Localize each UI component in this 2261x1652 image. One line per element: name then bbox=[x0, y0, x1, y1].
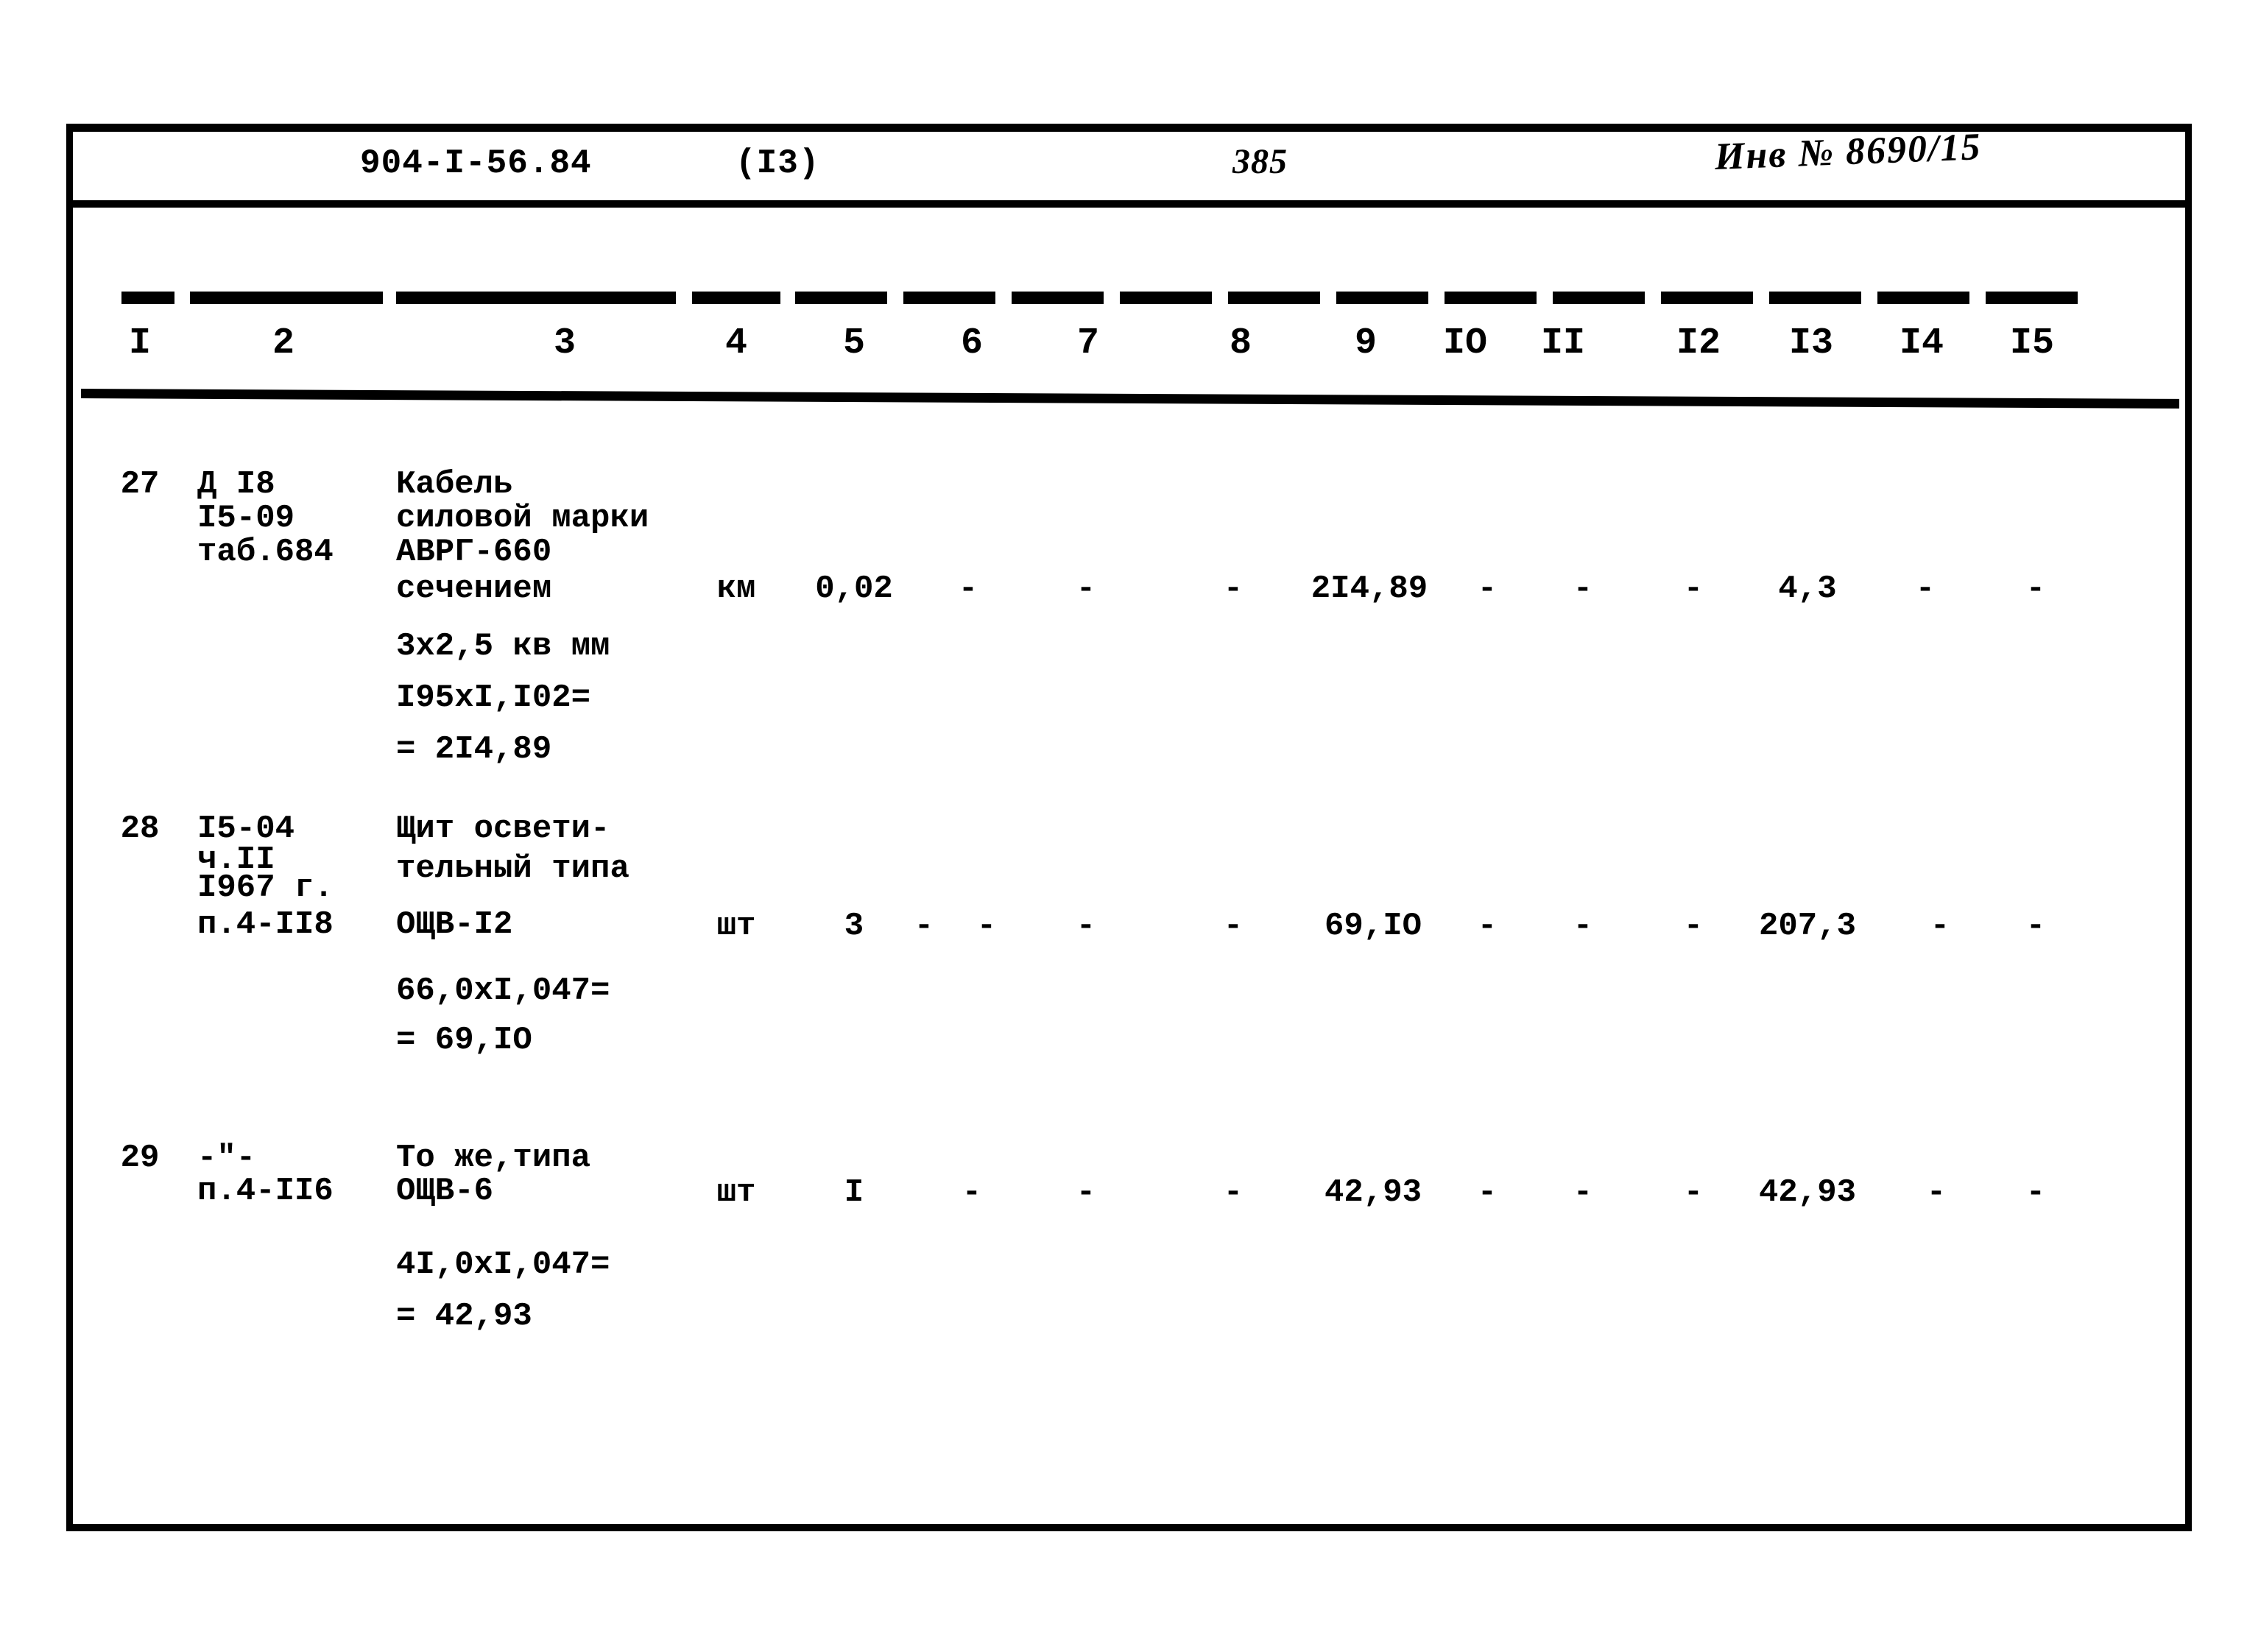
row-28-name-line-3: ОЩВ-I2 bbox=[396, 906, 513, 943]
row-27-col10: - bbox=[1477, 571, 1498, 607]
row-27-unit: км bbox=[716, 571, 756, 607]
row-29-col8: - bbox=[1223, 1174, 1244, 1211]
row-28-name-line-2: тельный типа bbox=[396, 850, 629, 887]
row-29-position-number: 29 bbox=[120, 1140, 160, 1176]
row-27-quantity: 0,02 bbox=[815, 571, 893, 607]
row-29-col7: - bbox=[1076, 1174, 1096, 1211]
row-29-col9: 42,93 bbox=[1324, 1174, 1422, 1211]
row-28-col11: - bbox=[1573, 908, 1593, 945]
row-29-calc-line-2: = 42,93 bbox=[396, 1298, 532, 1335]
row-29-col12: - bbox=[1683, 1174, 1704, 1211]
row-28-col6b: - bbox=[976, 908, 997, 945]
scanned-page: 904-I-56.84 (I3) 385 Инв № 8690/15 I 2 3… bbox=[0, 0, 2261, 1652]
row-28-col9: 69,IO bbox=[1324, 908, 1422, 945]
row-28-calc-line-2: = 69,IO bbox=[396, 1022, 532, 1059]
row-28-col15: - bbox=[2025, 908, 2046, 945]
row-27-col9: 2I4,89 bbox=[1311, 571, 1428, 607]
row-28-name-line-1: Щит освети- bbox=[396, 811, 610, 847]
row-27-reference-line-3: таб.684 bbox=[197, 534, 334, 571]
row-29-quantity: I bbox=[844, 1174, 864, 1211]
row-28-col14: - bbox=[1930, 908, 1950, 945]
table-body: 27 Д I8 I5-09 таб.684 Кабель силовой мар… bbox=[0, 0, 2261, 1652]
row-27-col13: 4,3 bbox=[1778, 571, 1837, 607]
row-28-col13: 207,3 bbox=[1758, 908, 1857, 945]
row-27-calc-line-1: I95xI,I02= bbox=[396, 679, 591, 716]
row-29-name-line-2: ОЩВ-6 bbox=[396, 1173, 494, 1210]
row-27-col14: - bbox=[1915, 571, 1936, 607]
row-27-col6: - bbox=[958, 571, 978, 607]
row-29-unit: шт bbox=[716, 1174, 756, 1211]
row-29-col10: - bbox=[1477, 1174, 1498, 1211]
row-28-col8: - bbox=[1223, 908, 1244, 945]
row-28-col10: - bbox=[1477, 908, 1498, 945]
row-27-name-line-3: АВРГ-660 bbox=[396, 534, 552, 571]
row-27-calc-line-2: = 2I4,89 bbox=[396, 731, 552, 768]
row-29-col15: - bbox=[2025, 1174, 2046, 1211]
row-27-col7: - bbox=[1076, 571, 1096, 607]
row-29-col11: - bbox=[1573, 1174, 1593, 1211]
row-28-unit: шт bbox=[716, 908, 756, 945]
row-28-calc-line-1: 66,0xI,047= bbox=[396, 973, 610, 1009]
row-29-reference-line-2: п.4-II6 bbox=[197, 1173, 334, 1210]
row-29-col6: - bbox=[962, 1174, 982, 1211]
row-27-col15: - bbox=[2025, 571, 2046, 607]
row-29-col13: 42,93 bbox=[1758, 1174, 1857, 1211]
row-28-reference-line-3: I967 г. bbox=[197, 869, 334, 906]
row-27-name-line-4: сечением bbox=[396, 571, 552, 607]
row-27-col11: - bbox=[1573, 571, 1593, 607]
row-28-position-number: 28 bbox=[120, 811, 160, 847]
row-27-position-number: 27 bbox=[120, 466, 160, 503]
row-27-col8: - bbox=[1223, 571, 1244, 607]
row-29-calc-line-1: 4I,0xI,047= bbox=[396, 1246, 610, 1283]
row-28-col7: - bbox=[1076, 908, 1096, 945]
row-28-col12: - bbox=[1683, 908, 1704, 945]
row-28-reference-line-4: п.4-II8 bbox=[197, 906, 334, 943]
row-27-col12: - bbox=[1683, 571, 1704, 607]
row-27-name-line-5: 3х2,5 кв мм bbox=[396, 628, 610, 665]
row-29-col14: - bbox=[1926, 1174, 1947, 1211]
